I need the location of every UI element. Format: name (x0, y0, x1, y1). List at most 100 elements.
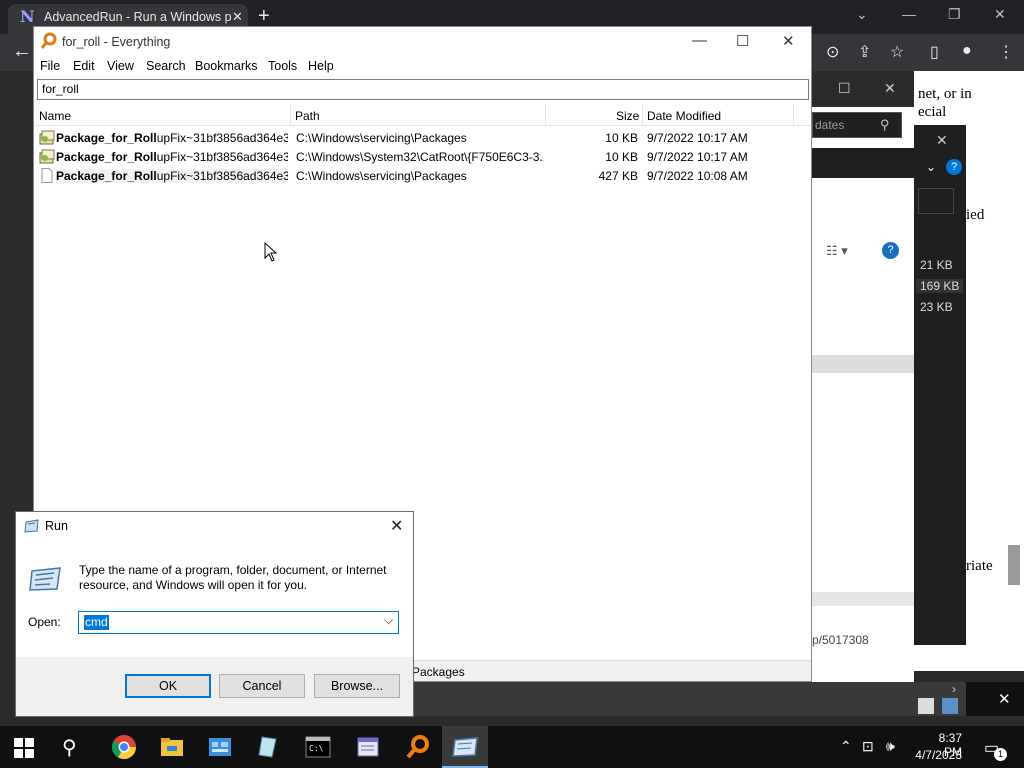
file-name: Package_for_RollupFix~31bf3856ad364e3... (56, 150, 288, 164)
search-input[interactable]: for_roll (37, 79, 809, 100)
cancel-button[interactable]: Cancel (219, 674, 305, 698)
file-size-label: 169 KB (916, 279, 964, 293)
table-row[interactable]: Package_for_RollupFix~31bf3856ad364e3...… (34, 166, 811, 185)
close-icon[interactable]: ✕ (936, 132, 948, 149)
file-path: C:\Windows\servicing\Packages (296, 169, 467, 183)
background-window (812, 107, 914, 702)
control-panel-icon[interactable] (206, 733, 234, 761)
close-icon[interactable]: ✕ (994, 6, 1006, 23)
run-app-icon[interactable] (451, 733, 479, 761)
file-date: 9/7/2022 10:17 AM (647, 150, 748, 164)
column-header-date[interactable]: Date Modified (647, 109, 721, 123)
run-dialog-title: Run (45, 519, 68, 533)
blank-file-icon (41, 168, 53, 183)
background-selected-row (812, 355, 914, 373)
page-text-line: riate (966, 558, 993, 574)
everything-search-icon[interactable] (404, 733, 432, 761)
background-link[interactable]: p/5017308 (812, 633, 869, 647)
browser-tab-title: AdvancedRun - Run a Windows p (44, 10, 232, 24)
background-window-strip (412, 682, 966, 716)
status-text: Packages (412, 665, 465, 679)
menu-icon[interactable]: ⋮ (998, 42, 1014, 62)
menu-bookmarks[interactable]: Bookmarks (195, 59, 258, 73)
minimize-icon[interactable]: — (902, 6, 916, 22)
menu-file[interactable]: File (40, 59, 60, 73)
menu-edit[interactable]: Edit (73, 59, 95, 73)
page-scrollbar-thumb[interactable] (1008, 545, 1020, 585)
horizontal-scrollbar[interactable] (812, 592, 914, 606)
file-date: 9/7/2022 10:17 AM (647, 131, 748, 145)
browse-button[interactable]: Browse... (314, 674, 400, 698)
column-separator[interactable] (290, 105, 291, 126)
package-cert-icon (39, 130, 55, 145)
large-icons-view-icon[interactable] (942, 698, 958, 714)
volume-icon[interactable]: 🕪 (886, 738, 895, 755)
command-prompt-icon[interactable]: C:\ (304, 733, 332, 761)
background-header (812, 148, 914, 178)
file-path: C:\Windows\servicing\Packages (296, 131, 467, 145)
maximize-icon[interactable]: ☐ (838, 80, 851, 97)
file-size: 10 KB (605, 150, 638, 164)
notification-badge: 1 (994, 748, 1007, 761)
tab-search-icon[interactable]: ⌄ (856, 6, 868, 23)
chrome-icon[interactable] (110, 733, 138, 761)
chevron-down-icon[interactable]: ⌄ (926, 160, 936, 174)
network-icon[interactable]: ⊡ (862, 738, 874, 755)
menu-help[interactable]: Help (308, 59, 334, 73)
new-tab-icon[interactable]: + (258, 4, 270, 28)
restore-icon[interactable]: ❐ (948, 6, 961, 23)
file-date: 9/7/2022 10:08 AM (647, 169, 748, 183)
page-text-line: ecial (918, 104, 947, 120)
magnifier-icon (40, 32, 57, 49)
run-dialog-body (16, 542, 413, 657)
help-icon[interactable]: ? (946, 159, 962, 175)
run-program-icon (29, 567, 61, 591)
maximize-icon[interactable]: ☐ (736, 32, 749, 50)
share-icon[interactable]: ⇪ (858, 42, 871, 62)
close-icon[interactable]: ✕ (390, 516, 403, 536)
file-size-label: 21 KB (920, 258, 953, 272)
open-input-value[interactable]: cmd (84, 615, 109, 630)
bookmark-star-icon[interactable]: ☆ (890, 42, 904, 62)
chevron-down-icon[interactable]: ⌵ (384, 613, 393, 628)
menu-search[interactable]: Search (146, 59, 186, 73)
column-separator[interactable] (642, 105, 643, 126)
menu-tools[interactable]: Tools (268, 59, 297, 73)
close-icon[interactable]: ✕ (884, 80, 896, 97)
help-icon[interactable]: ? (882, 242, 899, 259)
windows-start-icon[interactable] (14, 738, 34, 758)
details-view-icon[interactable] (918, 698, 934, 714)
run-icon (24, 519, 39, 533)
column-separator[interactable] (793, 105, 794, 126)
background-input[interactable] (918, 188, 954, 214)
column-header-path[interactable]: Path (295, 109, 320, 123)
file-explorer-icon[interactable] (158, 733, 186, 761)
close-icon[interactable]: ✕ (998, 690, 1011, 708)
mouse-cursor-icon (264, 242, 278, 262)
close-icon[interactable]: ✕ (782, 32, 795, 50)
page-text-line: ied (966, 207, 985, 223)
notepad-icon[interactable] (254, 733, 282, 761)
column-separator[interactable] (545, 105, 546, 126)
window-title: for_roll - Everything (62, 35, 171, 49)
table-row[interactable]: Package_for_RollupFix~31bf3856ad364e3...… (34, 147, 811, 166)
lens-icon[interactable]: ⊙ (826, 42, 839, 62)
view-options-icon[interactable]: ☷ ▾ (826, 243, 848, 259)
show-hidden-icons-icon[interactable]: ⌃ (840, 738, 852, 755)
column-header-name[interactable]: Name (39, 109, 71, 123)
open-input[interactable] (78, 611, 399, 634)
menu-view[interactable]: View (107, 59, 134, 73)
chevron-right-icon[interactable]: › (952, 682, 956, 696)
profile-icon[interactable]: ● (962, 42, 972, 60)
back-arrow-icon[interactable]: ← (12, 40, 32, 63)
table-row[interactable]: Package_for_RollupFix~31bf3856ad364e3...… (34, 128, 811, 147)
side-panel-icon[interactable]: ▯ (930, 42, 939, 62)
clock-date[interactable]: 4/7/2023 (912, 748, 962, 762)
minimize-icon[interactable]: — (692, 32, 707, 49)
advancedrun-icon[interactable] (354, 733, 382, 761)
background-window-titlebar (812, 71, 914, 107)
column-header-size[interactable]: Size (616, 109, 639, 123)
ok-button[interactable]: OK (125, 674, 211, 698)
search-icon[interactable]: ⚲ (62, 735, 77, 760)
search-icon[interactable]: ⚲ (880, 117, 890, 133)
